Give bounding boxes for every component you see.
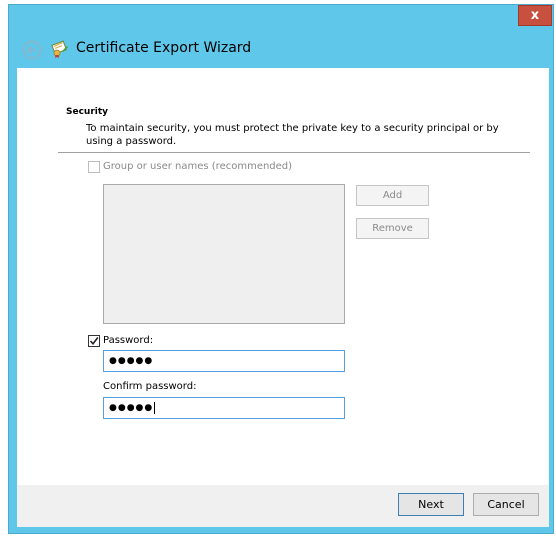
group-or-user-checkbox[interactable] [88, 161, 100, 173]
checkmark-icon [89, 337, 99, 346]
password-label: Password: [103, 335, 154, 346]
cancel-button[interactable]: Cancel [473, 493, 539, 516]
wizard-footer [17, 485, 549, 527]
confirm-password-value: ●●●●● [109, 403, 154, 413]
certificate-icon [51, 40, 68, 58]
back-arrow-icon[interactable] [22, 40, 42, 60]
group-or-user-label: Group or user names (recommended) [103, 161, 293, 172]
confirm-password-label: Confirm password: [103, 381, 197, 392]
confirm-password-input[interactable]: ●●●●● [103, 397, 345, 419]
text-caret [154, 401, 156, 414]
divider [58, 152, 530, 153]
section-heading: Security [66, 107, 109, 117]
section-description: To maintain security, you must protect t… [86, 123, 499, 147]
close-button[interactable]: x [518, 5, 552, 26]
password-checkbox[interactable] [88, 335, 100, 347]
certificate-export-wizard-window: x Certificate Export Wizard Security To … [0, 0, 556, 537]
close-icon: x [530, 8, 540, 23]
password-value: ●●●●● [109, 356, 154, 366]
add-button[interactable]: Add [356, 185, 429, 206]
password-input[interactable]: ●●●●● [103, 350, 345, 372]
group-user-listbox[interactable] [103, 184, 345, 324]
window-title: Certificate Export Wizard [76, 40, 252, 56]
next-button[interactable]: Next [398, 493, 464, 516]
remove-button[interactable]: Remove [356, 218, 429, 239]
